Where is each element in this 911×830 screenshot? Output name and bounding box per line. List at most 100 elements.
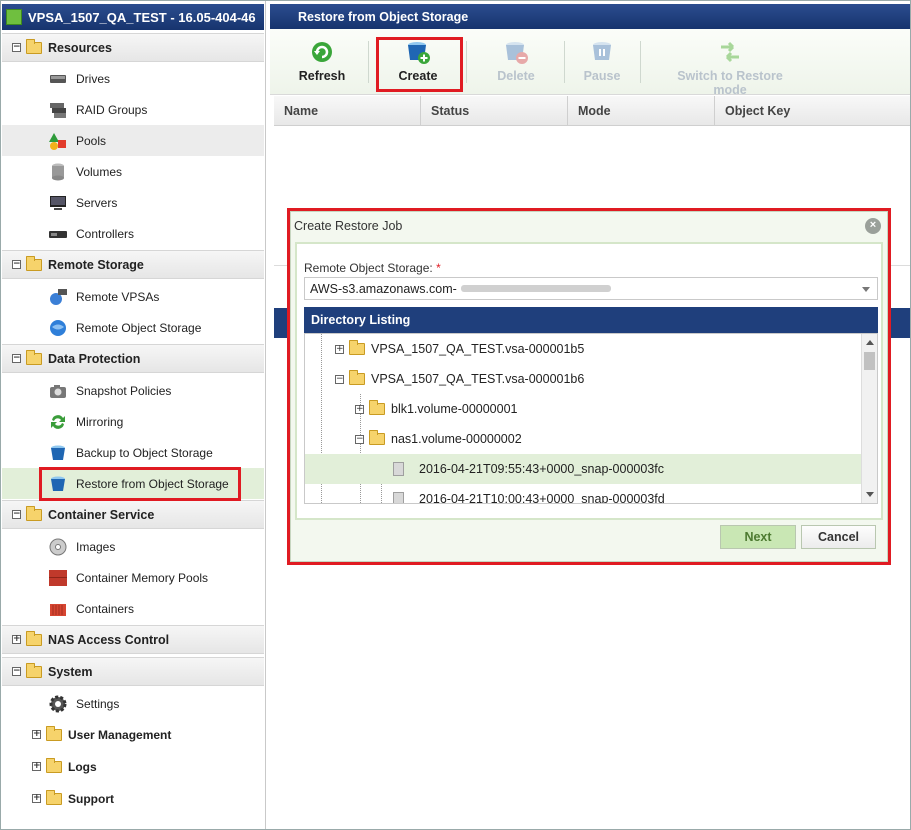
- refresh-button[interactable]: Refresh: [296, 39, 348, 83]
- tree-node-file[interactable]: 2016-04-21T10:00:43+0000_snap-000003fd: [305, 484, 861, 503]
- sidebar-item-restore-from-object-storage[interactable]: Restore from Object Storage: [2, 468, 264, 499]
- collapse-icon[interactable]: −: [12, 667, 21, 676]
- scroll-thumb[interactable]: [864, 352, 875, 370]
- switch-to-restore-mode-button[interactable]: Switch to Restore mode: [660, 39, 800, 97]
- mirroring-icon: [48, 412, 68, 432]
- sidebar-item-remote-object-storage[interactable]: Remote Object Storage: [2, 312, 264, 343]
- chevron-down-icon[interactable]: [862, 287, 870, 292]
- collapse-icon[interactable]: −: [12, 354, 21, 363]
- sidebar-item-volumes[interactable]: Volumes: [2, 156, 264, 187]
- folder-icon: [46, 757, 62, 773]
- directory-tree: + VPSA_1507_QA_TEST.vsa-000001b5 − VPSA_…: [304, 333, 878, 504]
- pause-button[interactable]: Pause: [576, 39, 628, 83]
- close-icon[interactable]: ×: [865, 218, 881, 234]
- sidebar-item-remote-vpsas[interactable]: Remote VPSAs: [2, 281, 264, 312]
- tree-node[interactable]: + VPSA_1507_QA_TEST.vsa-000001b5: [305, 334, 861, 364]
- app-header: VPSA_1507_QA_TEST - 16.05-404-46: [2, 4, 264, 30]
- page-title: Restore from Object Storage: [270, 4, 911, 29]
- cancel-button[interactable]: Cancel: [801, 525, 876, 549]
- redacted-text: [460, 285, 611, 292]
- expand-icon[interactable]: +: [32, 730, 41, 739]
- folder-icon: [46, 725, 62, 741]
- folder-icon: [26, 505, 42, 521]
- disc-icon: [48, 537, 68, 557]
- dialog-title: Create Restore Job: [294, 219, 403, 233]
- sidebar-item-controllers[interactable]: Controllers: [2, 218, 264, 249]
- expand-icon[interactable]: +: [32, 762, 41, 771]
- pause-bucket-icon: [589, 39, 615, 65]
- remote-object-storage-select[interactable]: AWS-s3.amazonaws.com-: [304, 277, 878, 300]
- app-logo-icon: [6, 9, 22, 25]
- sidebar-item-backup-to-object-storage[interactable]: Backup to Object Storage: [2, 437, 264, 468]
- folder-icon: [46, 789, 62, 805]
- server-icon: [48, 193, 68, 213]
- sidebar-item-logs[interactable]: + Logs: [2, 751, 264, 782]
- folder-icon: [369, 400, 385, 415]
- delete-button[interactable]: Delete: [488, 39, 544, 83]
- file-icon: [393, 492, 404, 503]
- tree-node-file[interactable]: 2016-04-21T09:55:43+0000_snap-000003fc: [305, 454, 861, 484]
- sidebar-item-container-memory-pools[interactable]: Container Memory Pools: [2, 562, 264, 593]
- sidebar-item-pools[interactable]: Pools: [2, 125, 264, 156]
- create-button[interactable]: Create: [390, 39, 446, 83]
- vertical-scrollbar[interactable]: [861, 334, 877, 503]
- collapse-icon[interactable]: −: [12, 260, 21, 269]
- sidebar-item-support[interactable]: + Support: [2, 783, 264, 814]
- folder-icon: [349, 340, 365, 355]
- expand-icon[interactable]: +: [32, 794, 41, 803]
- collapse-icon[interactable]: −: [12, 43, 21, 52]
- sidebar-item-images[interactable]: Images: [2, 531, 264, 562]
- expand-icon[interactable]: +: [12, 635, 21, 644]
- column-header-status[interactable]: Status: [421, 96, 568, 125]
- gear-icon: [48, 694, 68, 714]
- column-header-mode[interactable]: Mode: [568, 96, 715, 125]
- folder-icon: [26, 349, 42, 365]
- column-header-name[interactable]: Name: [274, 96, 421, 125]
- sidebar-item-settings[interactable]: Settings: [2, 688, 264, 719]
- category-remote-storage[interactable]: − Remote Storage: [2, 250, 264, 279]
- dialog-body: Remote Object Storage: * AWS-s3.amazonaw…: [295, 242, 883, 520]
- collapse-icon[interactable]: −: [335, 374, 344, 384]
- expand-icon[interactable]: +: [355, 404, 364, 414]
- sidebar-item-mirroring[interactable]: Mirroring: [2, 406, 264, 437]
- tree-node[interactable]: − nas1.volume-00000002: [305, 424, 861, 454]
- category-nas-access-control[interactable]: + NAS Access Control: [2, 625, 264, 654]
- category-system[interactable]: − System: [2, 657, 264, 686]
- directory-listing-header: Directory Listing: [304, 307, 878, 333]
- pools-icon: [48, 131, 68, 151]
- next-button[interactable]: Next: [720, 525, 796, 549]
- memory-pool-icon: [48, 568, 68, 588]
- folder-icon: [349, 370, 365, 385]
- collapse-icon[interactable]: −: [355, 434, 364, 444]
- sidebar-item-containers[interactable]: Containers: [2, 593, 264, 624]
- camera-icon: [48, 381, 68, 401]
- folder-icon: [26, 38, 42, 54]
- scroll-up-icon[interactable]: [866, 340, 874, 345]
- sidebar-item-servers[interactable]: Servers: [2, 187, 264, 218]
- scroll-down-icon[interactable]: [866, 492, 874, 497]
- file-icon: [393, 462, 404, 476]
- sidebar: VPSA_1507_QA_TEST - 16.05-404-46 − Resou…: [0, 0, 266, 830]
- expand-icon[interactable]: +: [335, 344, 344, 354]
- folder-icon: [26, 662, 42, 678]
- collapse-icon[interactable]: −: [12, 510, 21, 519]
- sidebar-item-user-management[interactable]: + User Management: [2, 719, 264, 750]
- column-header-object-key[interactable]: Object Key: [715, 96, 911, 125]
- category-data-protection[interactable]: − Data Protection: [2, 344, 264, 373]
- tree-node[interactable]: + blk1.volume-00000001: [305, 394, 861, 424]
- tree-node[interactable]: − VPSA_1507_QA_TEST.vsa-000001b6: [305, 364, 861, 394]
- sidebar-item-drives[interactable]: Drives: [2, 63, 264, 94]
- category-resources[interactable]: − Resources: [2, 33, 264, 62]
- folder-icon: [26, 255, 42, 271]
- bucket-icon: [48, 443, 68, 463]
- sidebar-item-snapshot-policies[interactable]: Snapshot Policies: [2, 375, 264, 406]
- volume-icon: [48, 162, 68, 182]
- create-restore-job-dialog: Create Restore Job × Remote Object Stora…: [290, 211, 888, 562]
- controller-icon: [48, 224, 68, 244]
- category-container-service[interactable]: − Container Service: [2, 500, 264, 529]
- sidebar-item-raid-groups[interactable]: RAID Groups: [2, 94, 264, 125]
- remote-vpsa-icon: [48, 287, 68, 307]
- folder-icon: [26, 630, 42, 646]
- container-icon: [48, 599, 68, 619]
- bucket-icon: [48, 474, 68, 494]
